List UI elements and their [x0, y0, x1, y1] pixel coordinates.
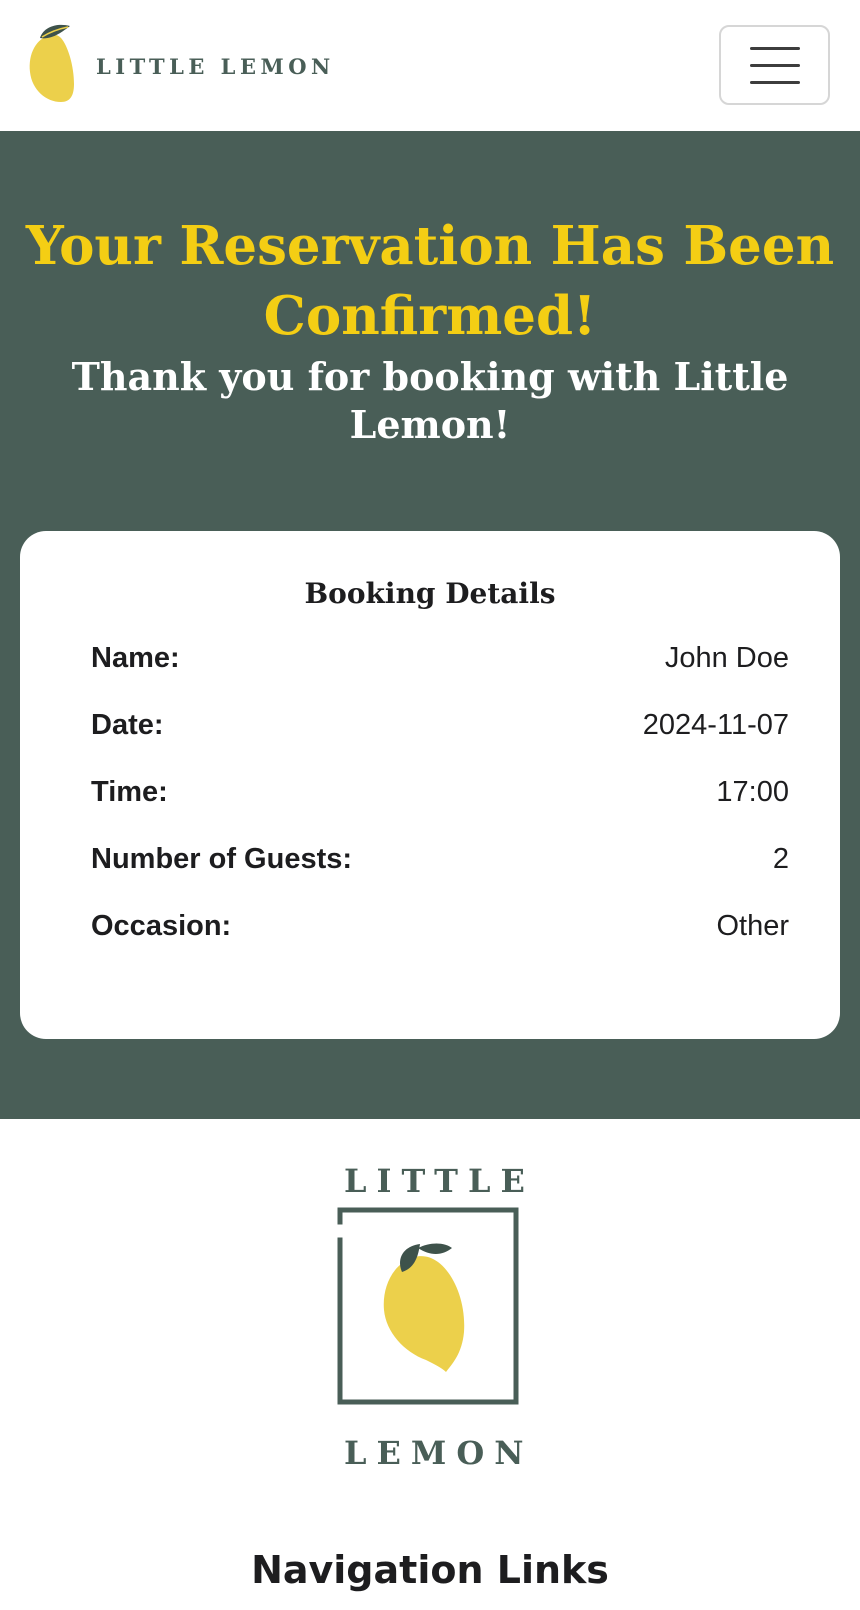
footer-lemon-icon: [337, 1207, 519, 1405]
detail-value: 17:00: [716, 775, 789, 808]
detail-label: Occasion:: [91, 909, 232, 942]
detail-value: Other: [716, 909, 789, 942]
site-header: LITTLE LEMON: [0, 0, 860, 131]
detail-label: Number of Guests:: [91, 842, 353, 875]
detail-label: Time:: [91, 775, 168, 808]
navigation-links-heading: Navigation Links: [251, 1548, 609, 1592]
detail-label: Name:: [91, 641, 180, 674]
hamburger-menu-button[interactable]: [719, 25, 830, 105]
hamburger-menu-icon: [749, 46, 800, 50]
booking-details-title: Booking Details: [304, 577, 556, 610]
footer-logo: LITTLE LEMON: [334, 1162, 528, 1472]
confirmation-hero: Your Reservation Has Been Confirmed! Tha…: [0, 131, 860, 1119]
detail-row-name: Name: John Doe: [91, 638, 789, 678]
detail-row-occasion: Occasion: Other: [91, 906, 789, 946]
lemon-icon: [29, 24, 74, 102]
home-logo-link[interactable]: LITTLE LEMON: [28, 24, 338, 106]
hamburger-menu-icon-bar: [749, 63, 800, 67]
detail-row-date: Date: 2024-11-07: [91, 705, 789, 745]
detail-row-guests: Number of Guests: 2: [91, 839, 789, 879]
detail-value: 2024-11-07: [642, 708, 789, 741]
detail-row-time: Time: 17:00: [91, 772, 789, 812]
detail-value: John Doe: [664, 641, 789, 674]
logo-text: LITTLE LEMON: [96, 54, 335, 79]
footer-logo-bottom-text: LEMON: [344, 1434, 534, 1472]
detail-value: 2: [772, 842, 789, 875]
detail-label: Date:: [91, 708, 164, 741]
thank-you-subtitle: Thank you for booking with Little Lemon!: [71, 354, 789, 447]
hamburger-menu-icon-bar: [749, 80, 800, 84]
booking-details-card: Booking Details Name: John Doe Date: 202…: [20, 531, 840, 1039]
page-title: Your Reservation Has Been Confirmed!: [25, 215, 835, 347]
